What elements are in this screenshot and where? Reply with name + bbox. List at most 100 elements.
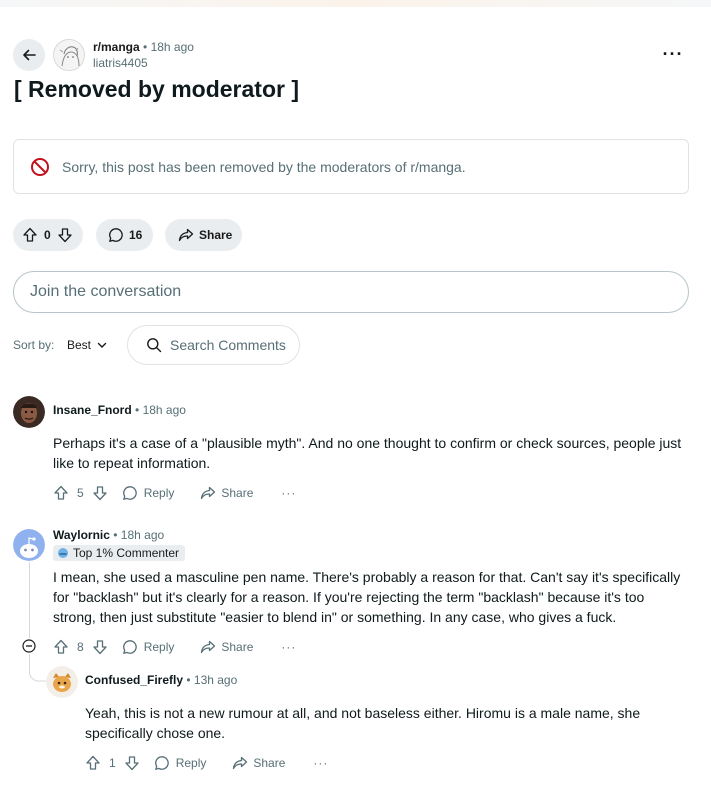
- share-label: Share: [199, 228, 233, 242]
- user-avatar-icon: [46, 666, 78, 698]
- avatar[interactable]: [13, 529, 45, 561]
- more-icon: ···: [281, 486, 297, 500]
- share-button[interactable]: Share: [232, 755, 285, 771]
- comment-more-button[interactable]: ···: [281, 486, 296, 500]
- downvote-icon: [125, 756, 139, 771]
- comment-bubble-icon: [154, 756, 169, 770]
- upvote-button[interactable]: [53, 485, 69, 501]
- meta-separator: •: [113, 528, 118, 542]
- comment-time: 13h ago: [193, 673, 238, 687]
- sort-by-label: Sort by:: [13, 338, 55, 352]
- upvote-button[interactable]: [53, 639, 69, 655]
- comment-time: 18h ago: [120, 528, 165, 542]
- comment-meta: Insane_Fnord • 18h ago: [53, 403, 186, 418]
- comment-actions: 1 Reply Share ···: [85, 753, 328, 773]
- downvote-icon[interactable]: [57, 227, 73, 243]
- back-button[interactable]: [13, 39, 45, 71]
- search-icon: [147, 338, 162, 353]
- post-more-button[interactable]: ···: [657, 40, 689, 68]
- search-comments-placeholder: Search Comments: [170, 337, 286, 353]
- comment-count: 16: [129, 228, 143, 242]
- comment-meta: Waylornic • 18h ago: [53, 528, 164, 543]
- sort-value: Best: [67, 338, 92, 352]
- reply-button[interactable]: Reply: [154, 755, 207, 771]
- downvote-button[interactable]: [92, 485, 108, 501]
- share-icon: [201, 640, 216, 654]
- avatar[interactable]: [46, 666, 78, 698]
- thread-line[interactable]: [29, 562, 30, 638]
- post-author[interactable]: liatris4405: [93, 56, 194, 71]
- comment-meta: Confused_Firefly • 13h ago: [85, 673, 237, 688]
- top-commenter-icon: [58, 548, 68, 558]
- badge-label: Top 1% Commenter: [73, 546, 180, 560]
- sort-dropdown[interactable]: Best: [67, 338, 107, 352]
- comment-more-button[interactable]: ···: [281, 640, 296, 654]
- comment-body: Yeah, this is not a new rumour at all, a…: [85, 705, 641, 741]
- commenter-badge: Top 1% Commenter: [53, 545, 186, 561]
- subreddit-name[interactable]: r/manga: [93, 40, 140, 54]
- comment-author[interactable]: Insane_Fnord: [53, 403, 132, 417]
- collapse-thread-button[interactable]: [21, 638, 37, 654]
- comments-button[interactable]: 16: [96, 219, 153, 251]
- reply-button[interactable]: Reply: [122, 639, 175, 655]
- more-icon: ···: [662, 43, 684, 64]
- comment-body: Perhaps it's a case of a "plausible myth…: [53, 435, 682, 471]
- snoo-avatar-icon: [13, 529, 45, 561]
- meta-separator: •: [143, 40, 148, 54]
- upvote-button[interactable]: [85, 755, 101, 771]
- comment-bubble-icon: [109, 228, 123, 242]
- manga-avatar-icon: [54, 40, 84, 70]
- post-vote-pill: 0: [13, 219, 83, 251]
- meta-separator: •: [186, 673, 191, 687]
- comment-author[interactable]: Confused_Firefly: [85, 673, 183, 687]
- share-icon: [233, 756, 248, 770]
- vote-count: 8: [77, 640, 84, 654]
- reply-label: Reply: [143, 640, 175, 654]
- share-label: Share: [253, 756, 286, 770]
- meta-separator: •: [135, 403, 140, 417]
- post-time: 18h ago: [150, 40, 194, 54]
- downvote-button[interactable]: [124, 755, 140, 771]
- subreddit-avatar[interactable]: [53, 39, 85, 71]
- chevron-down-icon: [97, 342, 107, 348]
- comment-bubble-icon: [122, 486, 137, 500]
- comment-actions: 5 Reply Share ···: [53, 483, 296, 503]
- share-button[interactable]: Share: [165, 219, 242, 251]
- vote-count: 1: [109, 756, 116, 770]
- top-strip: [0, 0, 711, 7]
- comment-author[interactable]: Waylornic: [53, 528, 110, 542]
- comment-time: 18h ago: [142, 403, 186, 417]
- removed-notice: Sorry, this post has been removed by the…: [13, 139, 689, 194]
- upvote-icon: [54, 485, 68, 500]
- arrow-left-icon: [23, 49, 36, 61]
- downvote-icon: [93, 640, 107, 655]
- vote-count: 5: [77, 486, 84, 500]
- share-icon: [178, 228, 194, 242]
- upvote-icon[interactable]: [22, 227, 38, 243]
- minus-circle-icon: [22, 639, 36, 653]
- comment-body: I mean, she used a masculine pen name. T…: [53, 569, 681, 625]
- join-placeholder: Join the conversation: [30, 283, 182, 300]
- share-button[interactable]: Share: [200, 485, 253, 501]
- comment-more-button[interactable]: ···: [313, 756, 328, 770]
- reply-label: Reply: [175, 756, 207, 770]
- share-label: Share: [221, 486, 254, 500]
- post-meta: r/manga • 18h ago liatris4405: [93, 40, 194, 71]
- avatar[interactable]: [13, 396, 45, 428]
- share-label: Share: [221, 640, 254, 654]
- search-comments-input[interactable]: Search Comments: [127, 325, 300, 365]
- comment-actions: 8 Reply Share ···: [53, 637, 296, 657]
- comment-bubble-icon: [122, 640, 137, 654]
- more-icon: ···: [281, 640, 297, 654]
- join-conversation-input[interactable]: Join the conversation: [13, 271, 689, 313]
- reply-button[interactable]: Reply: [122, 485, 174, 501]
- post-title: [ Removed by moderator ]: [14, 76, 299, 102]
- share-button[interactable]: Share: [200, 639, 253, 655]
- downvote-button[interactable]: [92, 639, 108, 655]
- prohibited-icon: [31, 157, 49, 176]
- user-avatar-icon: [13, 396, 45, 428]
- more-icon: ···: [313, 756, 329, 770]
- removed-message: Sorry, this post has been removed by the…: [62, 158, 466, 175]
- share-icon: [201, 486, 216, 500]
- post-vote-count: 0: [44, 228, 51, 242]
